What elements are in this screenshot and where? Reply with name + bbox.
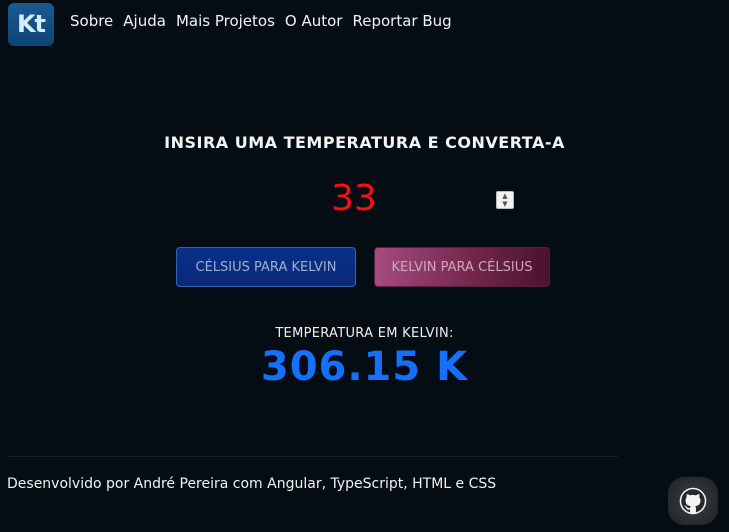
result-label: TEMPERATURA EM KELVIN: — [275, 326, 454, 341]
nav-item-sobre[interactable]: Sobre — [70, 12, 113, 30]
temperature-input-group: ▲ ▼ — [323, 175, 515, 223]
footer-credits: Desenvolvido por André Pereira com Angul… — [7, 476, 497, 492]
top-navigation: Kt Sobre Ajuda Mais Projetos O Autor Rep… — [0, 0, 729, 50]
page: Kt Sobre Ajuda Mais Projetos O Autor Rep… — [0, 0, 729, 532]
nav-item-mais-projetos[interactable]: Mais Projetos — [176, 12, 275, 30]
nav-item-ajuda[interactable]: Ajuda — [123, 12, 166, 30]
app-logo[interactable]: Kt — [8, 3, 54, 46]
kelvin-to-celsius-button[interactable]: KELVIN PARA CÉLSIUS — [374, 247, 550, 287]
converter-heading: INSIRA UMA TEMPERATURA E CONVERTA-A — [164, 133, 565, 152]
nav-links: Sobre Ajuda Mais Projetos O Autor Report… — [70, 12, 462, 30]
github-icon — [679, 487, 707, 515]
github-button[interactable] — [668, 477, 718, 525]
spinner-down-icon[interactable]: ▼ — [497, 200, 513, 208]
result-value: 306.15 K — [260, 344, 469, 390]
number-spinner[interactable]: ▲ ▼ — [496, 191, 514, 209]
temperature-input[interactable] — [323, 175, 491, 223]
nav-item-reportar-bug[interactable]: Reportar Bug — [352, 12, 451, 30]
celsius-to-kelvin-button[interactable]: CÉLSIUS PARA KELVIN — [176, 247, 356, 287]
spinner-up-icon[interactable]: ▲ — [497, 192, 513, 200]
footer-divider — [8, 456, 618, 457]
nav-item-o-autor[interactable]: O Autor — [285, 12, 343, 30]
